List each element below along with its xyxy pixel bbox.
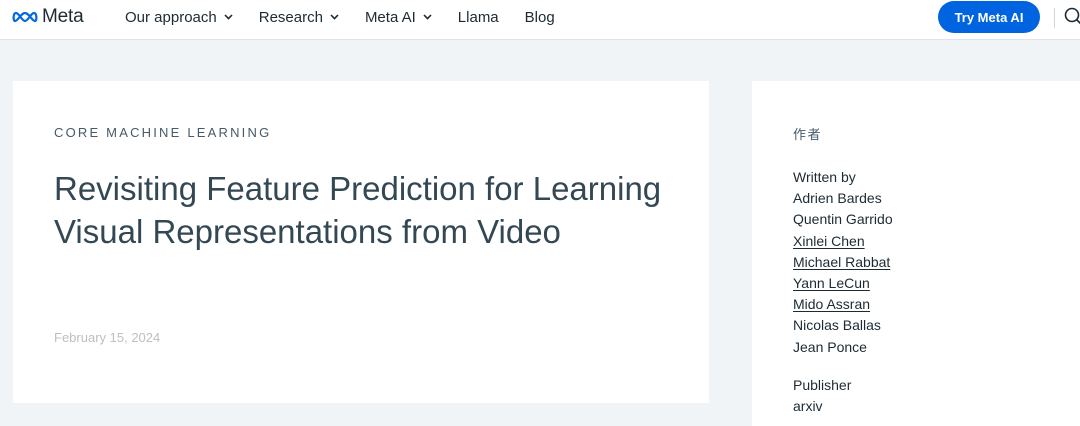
nav-label: Blog (524, 8, 555, 26)
chevron-down-icon (224, 14, 233, 20)
authors-heading: 作者 (793, 127, 823, 142)
article-header-card: CORE MACHINE LEARNING Revisiting Feature… (13, 81, 709, 403)
nav-label: Llama (457, 8, 499, 26)
written-by-label: Written by (793, 169, 856, 185)
top-navigation: Meta Our approach Research Meta AI Llama… (0, 0, 1080, 40)
nav-blog[interactable]: Blog (525, 9, 555, 26)
publisher-name: arxiv (793, 398, 823, 415)
logo-wordmark: Meta (42, 6, 84, 27)
nav-our-approach[interactable]: Our approach (125, 9, 233, 26)
chevron-down-icon (423, 14, 432, 20)
try-meta-ai-button[interactable]: Try Meta AI (938, 1, 1040, 33)
meta-infinity-icon (12, 11, 38, 23)
chevron-down-icon (330, 14, 339, 20)
nav-label: Our approach (125, 8, 217, 26)
nav-divider (1054, 8, 1055, 28)
nav-research[interactable]: Research (259, 9, 339, 26)
author-link[interactable]: Xinlei Chen (793, 233, 865, 249)
nav-llama[interactable]: Llama (458, 9, 499, 26)
main-menu: Our approach Research Meta AI Llama Blog (125, 0, 581, 34)
author-list: Written by Adrien Bardes Quentin Garrido… (793, 167, 893, 358)
author-name: Adrien Bardes (793, 190, 882, 207)
author-link[interactable]: Yann LeCun (793, 275, 870, 291)
author-link[interactable]: Mido Assran (793, 296, 870, 312)
author-name: Nicolas Ballas (793, 317, 881, 334)
nav-meta-ai[interactable]: Meta AI (365, 9, 432, 26)
author-link[interactable]: Michael Rabbat (793, 254, 890, 270)
article-title: Revisiting Feature Prediction for Learni… (54, 170, 662, 250)
article-category[interactable]: CORE MACHINE LEARNING (54, 125, 271, 140)
search-icon[interactable] (1063, 6, 1080, 26)
author-name: Quentin Garrido (793, 211, 893, 228)
author-name: Jean Ponce (793, 338, 867, 355)
publisher-block: Publisher arxiv (793, 375, 851, 417)
nav-label: Meta AI (364, 8, 416, 26)
publish-date: February 15, 2024 (54, 330, 161, 345)
nav-label: Research (258, 8, 323, 26)
publisher-label: Publisher (793, 377, 852, 393)
authors-sidebar: 作者 Written by Adrien Bardes Quentin Garr… (752, 81, 1080, 426)
meta-logo[interactable]: Meta (12, 6, 84, 28)
